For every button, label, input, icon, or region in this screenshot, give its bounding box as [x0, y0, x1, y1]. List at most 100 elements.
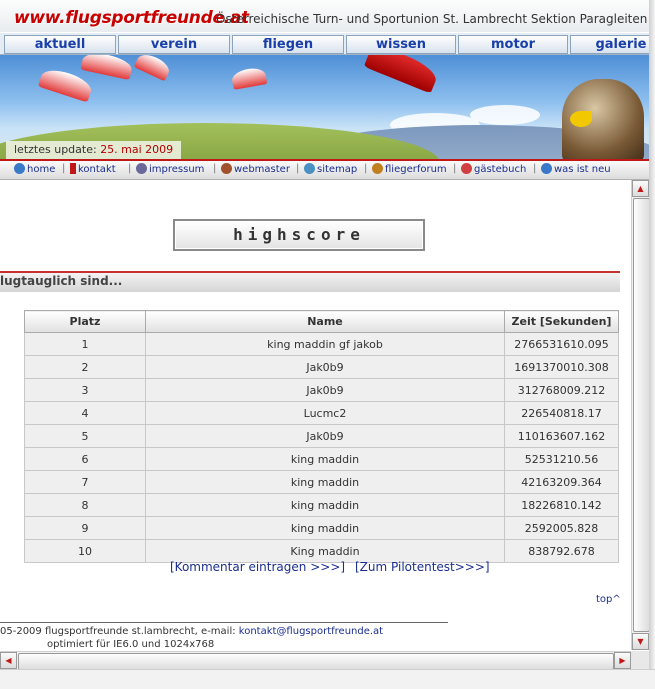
cell-zeit: 1691370010.308	[504, 355, 619, 379]
link-was-ist-neu-label: was ist neu	[554, 164, 611, 175]
eagle-beak	[570, 111, 592, 127]
cell-name: Jak0b9	[145, 378, 505, 402]
nav-motor[interactable]: motor	[458, 35, 568, 54]
link-fliegerforum-label: fliegerforum	[385, 164, 447, 175]
organization-title: Österreichische Turn- und Sportunion St.…	[216, 12, 655, 26]
nav-aktuell[interactable]: aktuell	[4, 35, 116, 54]
link-was-ist-neu[interactable]: was ist neu	[541, 163, 611, 175]
scroll-down-button[interactable]: ▼	[632, 633, 649, 650]
column-header-zeit: Zeit [Sekunden]	[504, 310, 619, 333]
nav-fliegen[interactable]: fliegen	[232, 35, 344, 54]
cell-platz: 5	[24, 424, 146, 448]
globe-icon	[14, 163, 25, 174]
forum-icon	[372, 163, 383, 174]
person-icon	[221, 163, 232, 174]
link-webmaster[interactable]: webmaster	[221, 163, 290, 175]
scroll-right-button[interactable]: ▶	[614, 652, 631, 669]
link-gaestebuch[interactable]: gästebuch	[461, 163, 526, 175]
vertical-scrollbar[interactable]: ▲ ▼	[631, 180, 650, 650]
section-title: lugtauglich sind...	[0, 274, 123, 288]
pilot-test-link[interactable]: [Zum Pilotentest>>>]	[355, 560, 490, 574]
last-update: letztes update: 25. mai 2009	[6, 141, 182, 159]
link-webmaster-label: webmaster	[234, 164, 290, 175]
vertical-scroll-thumb[interactable]	[633, 198, 650, 632]
separator: |	[62, 163, 66, 174]
link-impressum-label: impressum	[149, 164, 205, 175]
browser-window: www.flugsportfreunde.at Österreichische …	[0, 0, 655, 689]
cell-zeit: 52531210.56	[504, 447, 619, 471]
cell-platz: 6	[24, 447, 146, 471]
link-home-label: home	[27, 164, 56, 175]
nav-verein[interactable]: verein	[118, 35, 230, 54]
section-header: lugtauglich sind...	[0, 271, 620, 292]
table-row: 7 king maddin 42163209.364	[24, 470, 619, 494]
cell-name: king maddin	[145, 447, 505, 471]
link-kontakt-label: kontakt	[78, 164, 116, 175]
new-icon	[541, 163, 552, 174]
cell-zeit: 2592005.828	[504, 516, 619, 540]
link-impressum[interactable]: impressum	[136, 163, 204, 175]
cell-name: king maddin gf jakob	[145, 332, 505, 356]
update-label: letztes update:	[14, 143, 97, 156]
horizontal-scrollbar[interactable]: ◀ ▶	[0, 651, 631, 670]
cell-zeit: 838792.678	[504, 539, 619, 563]
comment-link[interactable]: [Kommentar eintragen >>>]	[170, 560, 345, 574]
sitemap-icon	[304, 163, 315, 174]
cell-platz: 2	[24, 355, 146, 379]
pen-icon	[70, 163, 76, 174]
link-sitemap[interactable]: sitemap	[304, 163, 357, 175]
link-fliegerforum[interactable]: fliegerforum	[372, 163, 447, 175]
scroll-left-button[interactable]: ◀	[0, 652, 17, 669]
paraglider-image	[37, 65, 95, 103]
paraglider-image	[80, 55, 134, 80]
table-row: 8 king maddin 18226810.142	[24, 493, 619, 517]
cell-platz: 1	[24, 332, 146, 356]
cell-zeit: 42163209.364	[504, 470, 619, 494]
paraglider-image	[363, 55, 441, 94]
highscore-table: Platz Name Zeit [Sekunden] 1 king maddin …	[24, 310, 619, 563]
cell-name: Jak0b9	[145, 355, 505, 379]
update-date: 25. mai 2009	[100, 143, 174, 156]
nav-wissen[interactable]: wissen	[346, 35, 456, 54]
highscore-title-box: highscore	[173, 219, 425, 251]
cell-platz: 10	[24, 539, 146, 563]
footer-email-link[interactable]: kontakt@flugsportfreunde.at	[239, 626, 383, 637]
cell-platz: 8	[24, 493, 146, 517]
table-header-row: Platz Name Zeit [Sekunden]	[24, 310, 619, 333]
site-logo[interactable]: www.flugsportfreunde.at	[14, 8, 249, 28]
table-row: 2 Jak0b9 1691370010.308	[24, 355, 619, 379]
main-navigation: aktuell verein fliegen wissen motor gale…	[0, 33, 655, 55]
separator: |	[453, 163, 457, 174]
back-to-top-link[interactable]: top^	[596, 594, 621, 605]
window-status-bar	[0, 669, 655, 689]
cell-name: Lucmc2	[145, 401, 505, 425]
scroll-up-button[interactable]: ▲	[632, 180, 649, 197]
table-row: 6 king maddin 52531210.56	[24, 447, 619, 471]
cell-zeit: 312768009.212	[504, 378, 619, 402]
link-gaestebuch-label: gästebuch	[474, 164, 527, 175]
separator: |	[213, 163, 217, 174]
people-icon	[136, 163, 147, 174]
cell-zeit: 2766531610.095	[504, 332, 619, 356]
cell-platz: 4	[24, 401, 146, 425]
cell-name: Jak0b9	[145, 424, 505, 448]
site-header: www.flugsportfreunde.at Österreichische …	[0, 0, 655, 32]
paraglider-image	[230, 66, 268, 90]
column-header-platz: Platz	[24, 310, 146, 333]
separator: |	[128, 163, 132, 174]
window-edge-right	[649, 0, 655, 688]
table-row: 3 Jak0b9 312768009.212	[24, 378, 619, 402]
nav-galerie[interactable]: galerie	[570, 35, 655, 54]
table-row: 1 king maddin gf jakob 2766531610.095	[24, 332, 619, 356]
quicklink-bar: home | kontakt | impressum | webmaster |…	[0, 161, 650, 180]
cell-zeit: 18226810.142	[504, 493, 619, 517]
book-icon	[461, 163, 472, 174]
page-title: highscore	[233, 225, 365, 244]
cloud-shape	[470, 105, 540, 125]
link-home[interactable]: home	[14, 163, 55, 175]
separator: |	[296, 163, 300, 174]
link-sitemap-label: sitemap	[317, 164, 358, 175]
horizontal-scroll-thumb[interactable]	[18, 653, 614, 670]
cell-platz: 9	[24, 516, 146, 540]
link-kontakt[interactable]: kontakt	[70, 163, 116, 175]
